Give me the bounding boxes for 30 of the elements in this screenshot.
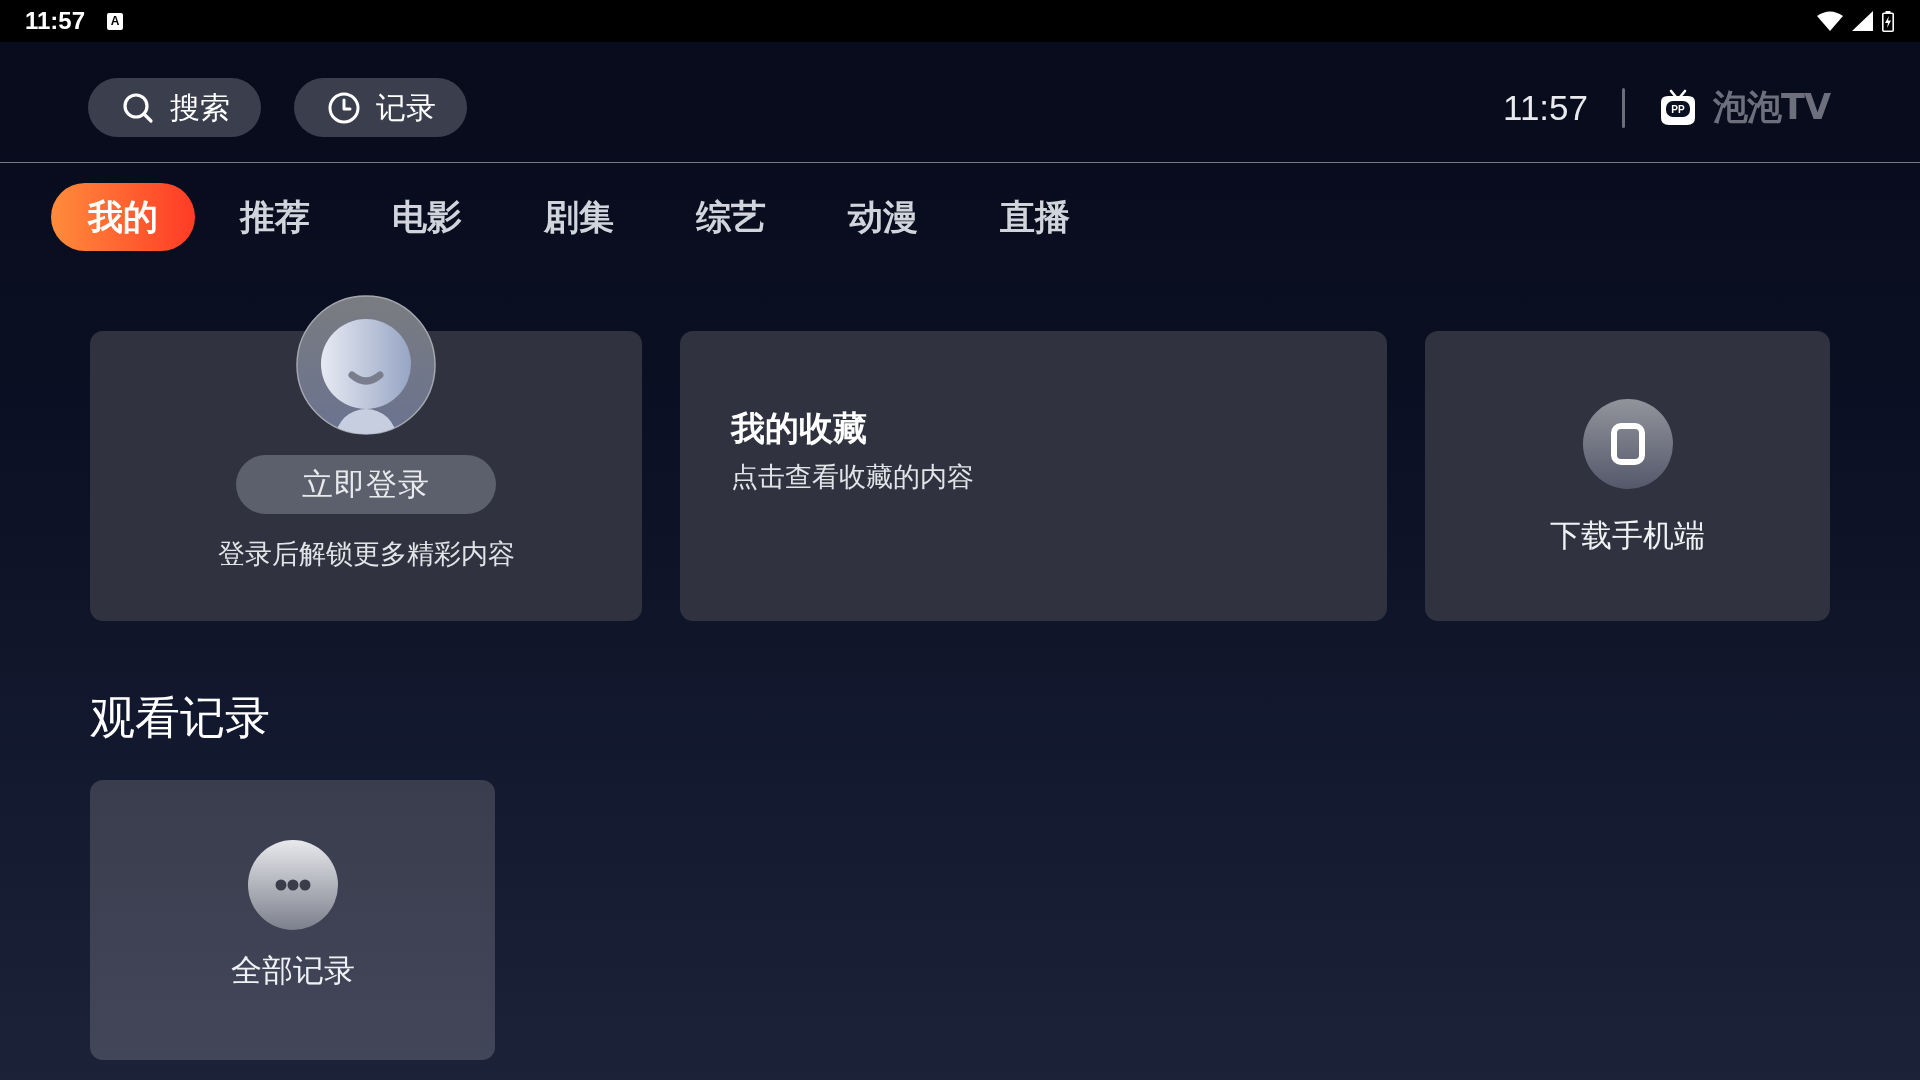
favorites-card[interactable]: 我的收藏 点击查看收藏的内容 — [680, 331, 1387, 621]
login-hint: 登录后解锁更多精彩内容 — [217, 537, 515, 571]
tab[interactable]: 直播 — [963, 183, 1107, 251]
phone-icon — [1582, 399, 1673, 489]
avatar-icon — [296, 295, 436, 435]
tab[interactable]: 推荐 — [203, 183, 347, 251]
clock-icon — [328, 91, 360, 124]
history-label: 全部记录 — [230, 951, 355, 990]
download-label: 下载手机端 — [1550, 516, 1705, 555]
history-button[interactable]: 记录 — [294, 78, 467, 137]
tab[interactable]: 剧集 — [507, 183, 651, 251]
search-icon — [122, 91, 154, 124]
download-card[interactable]: 下载手机端 — [1425, 331, 1830, 621]
favorites-title: 我的收藏 — [731, 407, 867, 450]
section-title: 观看记录 — [90, 690, 270, 746]
notification-badge: A — [107, 12, 124, 30]
tab[interactable]: 动漫 — [811, 183, 955, 251]
status-time: 11:57 — [25, 9, 86, 33]
tab[interactable]: 综艺 — [659, 183, 803, 251]
tab[interactable]: 电影 — [355, 183, 499, 251]
brand-name: 泡泡TV — [1713, 90, 1830, 125]
search-button[interactable]: 搜索 — [88, 78, 261, 137]
wifi-icon — [1817, 11, 1843, 31]
battery-charging-icon — [1882, 10, 1894, 32]
history-card[interactable]: 全部记录 — [90, 780, 495, 1060]
login-button[interactable]: 立即登录 — [236, 455, 496, 514]
signal-icon — [1852, 11, 1873, 31]
favorites-subtitle: 点击查看收藏的内容 — [731, 460, 974, 494]
clock: 11:57 — [1503, 90, 1589, 125]
more-icon — [247, 840, 338, 930]
